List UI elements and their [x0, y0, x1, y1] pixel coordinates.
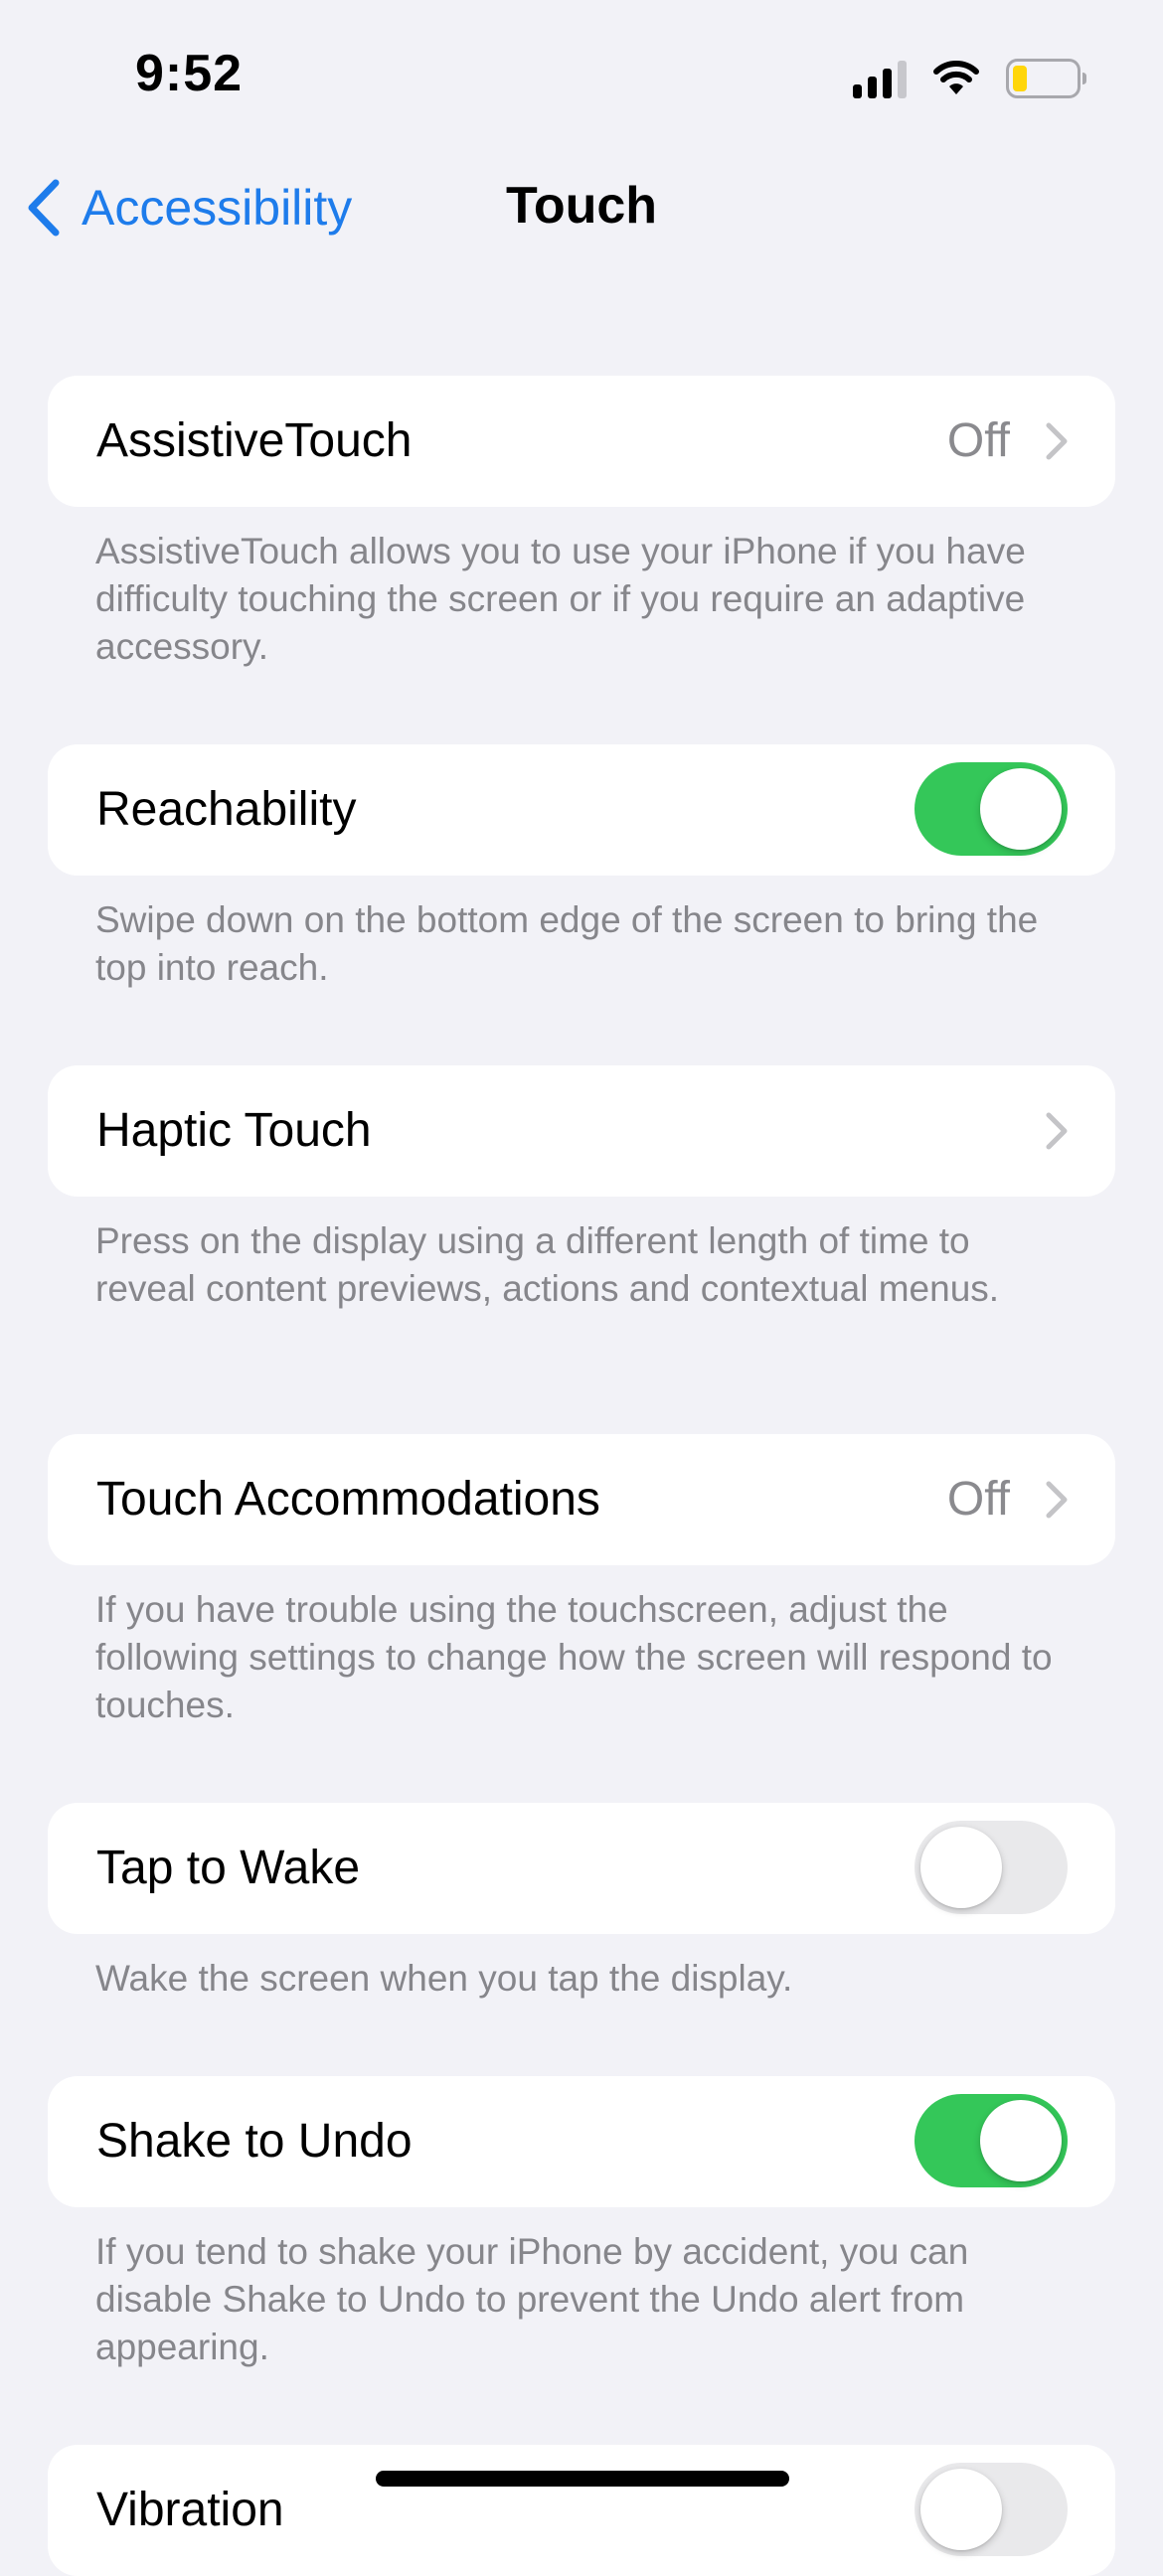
tap-to-wake-footer: Wake the screen when you tap the display… [95, 1958, 793, 1999]
row-value: Off [946, 1473, 1010, 1526]
chevron-left-icon [28, 179, 60, 237]
tap-to-wake-toggle[interactable] [914, 1821, 1068, 1914]
touch-accommodations-footer: If you have trouble using the touchscree… [95, 1589, 1053, 1725]
back-button[interactable]: Accessibility [24, 177, 352, 239]
wifi-icon [933, 61, 979, 94]
shake-to-undo-row: Shake to Undo [48, 2076, 1115, 2207]
shake-to-undo-toggle[interactable] [914, 2094, 1068, 2187]
row-label: AssistiveTouch [96, 414, 413, 467]
status-icons [853, 54, 1087, 103]
toggle-knob [980, 768, 1062, 850]
assistivetouch-row[interactable]: AssistiveTouch Off [48, 376, 1115, 507]
haptic-touch-footer: Press on the display using a different l… [95, 1220, 1000, 1309]
reachability-toggle[interactable] [914, 762, 1068, 856]
vibration-row: Vibration [48, 2445, 1115, 2576]
row-label: Haptic Touch [96, 1104, 372, 1157]
toggle-knob [920, 1827, 1002, 1908]
row-label: Tap to Wake [96, 1842, 361, 1894]
toggle-knob [980, 2100, 1062, 2181]
row-label: Vibration [96, 2484, 284, 2536]
reachability-footer: Swipe down on the bottom edge of the scr… [95, 899, 1039, 988]
home-indicator[interactable] [376, 2471, 789, 2487]
battery-low-icon [1006, 59, 1086, 98]
chevron-right-icon [1046, 1112, 1068, 1150]
status-bar: 9:52 [0, 0, 1163, 149]
row-label: Shake to Undo [96, 2115, 413, 2168]
reachability-row: Reachability [48, 744, 1115, 876]
chevron-right-icon [1046, 1481, 1068, 1519]
touch-accommodations-row[interactable]: Touch Accommodations Off [48, 1434, 1115, 1565]
shake-to-undo-footer: If you tend to shake your iPhone by acci… [95, 2231, 969, 2367]
assistivetouch-footer: AssistiveTouch allows you to use your iP… [95, 531, 1026, 667]
navigation-bar: Touch Accessibility [0, 149, 1163, 264]
toggle-knob [920, 2469, 1002, 2550]
chevron-right-icon [1046, 422, 1068, 460]
tap-to-wake-row: Tap to Wake [48, 1803, 1115, 1934]
haptic-touch-row[interactable]: Haptic Touch [48, 1065, 1115, 1197]
row-value: Off [946, 414, 1010, 467]
row-label: Reachability [96, 783, 357, 836]
status-time: 9:52 [135, 45, 244, 102]
back-button-label: Accessibility [82, 180, 353, 236]
row-label: Touch Accommodations [96, 1473, 600, 1526]
vibration-toggle[interactable] [914, 2463, 1068, 2556]
cellular-signal-icon [853, 59, 907, 98]
